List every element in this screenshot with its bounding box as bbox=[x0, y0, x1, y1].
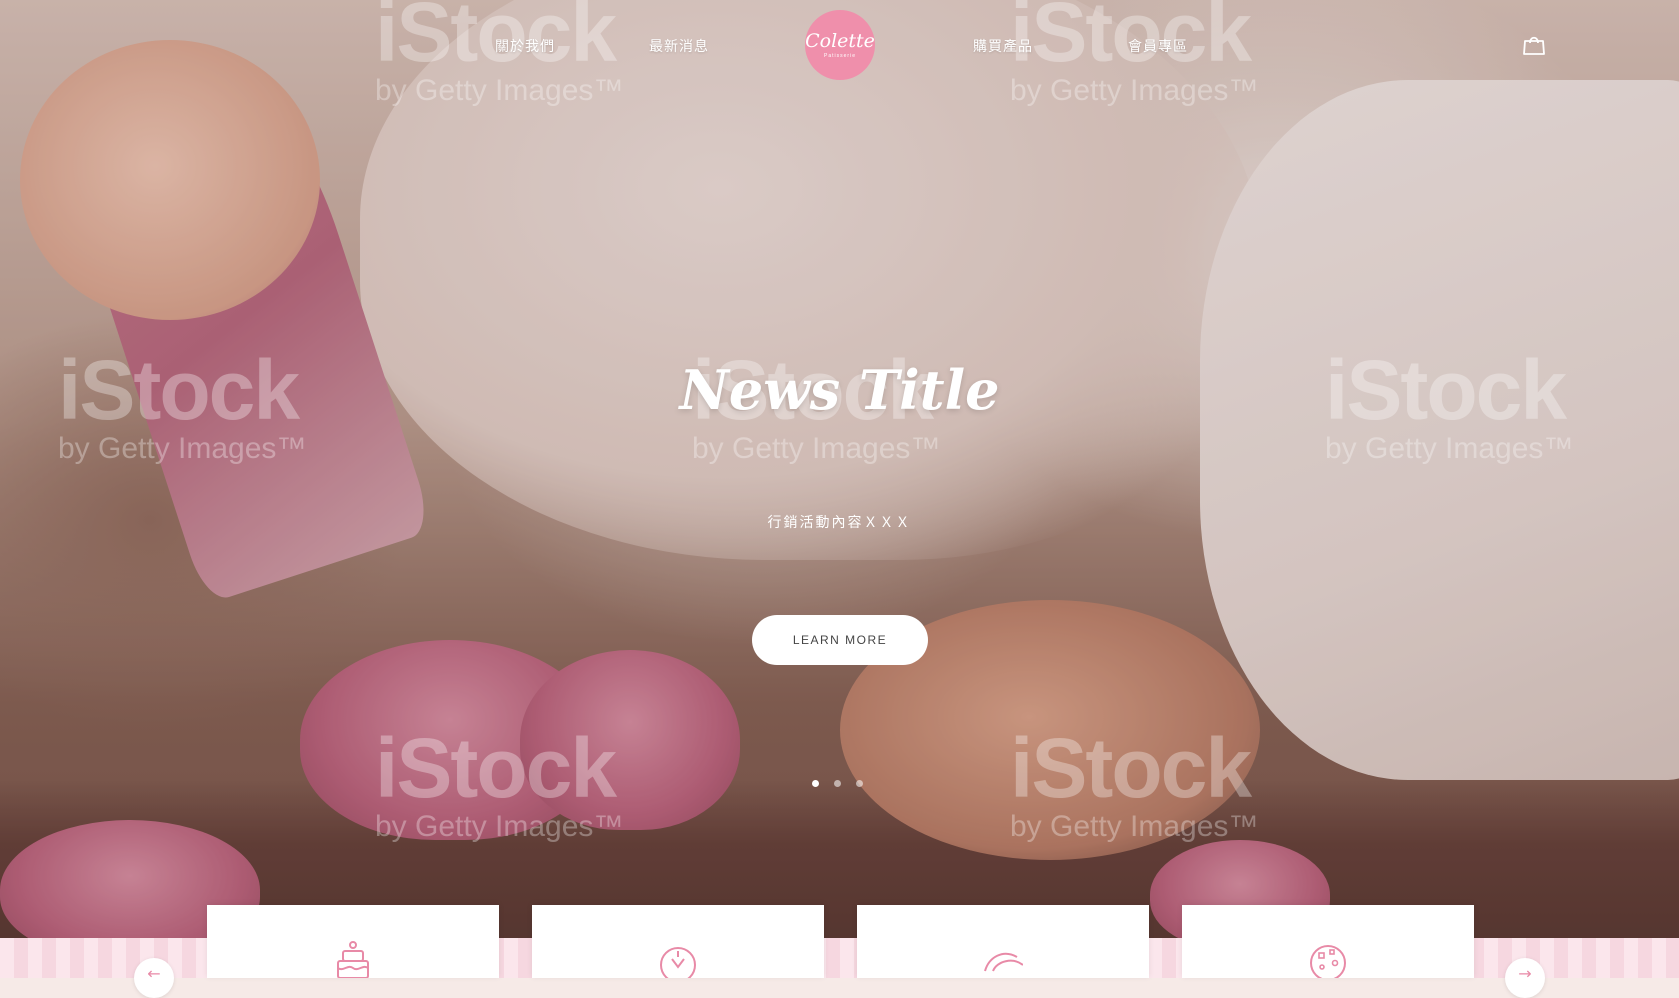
category-card-cookie[interactable] bbox=[1182, 905, 1474, 978]
nav-member[interactable]: 會員專區 bbox=[1128, 36, 1188, 56]
logo-tagline: Patisserie bbox=[824, 52, 856, 59]
watermark: iStock by Getty Images™ bbox=[375, 721, 624, 843]
cake-icon bbox=[337, 941, 369, 978]
hero-subtitle: 行銷活動內容ＸＸＸ bbox=[767, 515, 912, 531]
category-card-cake[interactable] bbox=[207, 905, 499, 978]
macaron-icon bbox=[984, 952, 1023, 972]
hero-overlay bbox=[0, 0, 1679, 938]
carousel-indicators bbox=[812, 780, 872, 790]
nav-shop[interactable]: 購買產品 bbox=[973, 36, 1033, 56]
brand-logo[interactable]: Colette Patisserie bbox=[805, 10, 875, 80]
carousel-dot-3[interactable] bbox=[856, 780, 863, 787]
learn-more-button[interactable]: LEARN MORE bbox=[752, 615, 928, 665]
next-arrow-button[interactable]: → bbox=[1505, 958, 1545, 998]
nav-news[interactable]: 最新消息 bbox=[649, 36, 709, 56]
prev-arrow-button[interactable]: ← bbox=[134, 958, 174, 998]
hero-title: News Title bbox=[679, 358, 1000, 422]
watermark: iStock by Getty Images™ bbox=[1010, 721, 1259, 843]
arrow-left-icon: ← bbox=[147, 964, 161, 983]
carousel-dot-2[interactable] bbox=[834, 780, 841, 787]
nav-about[interactable]: 關於我們 bbox=[495, 36, 555, 56]
tart-icon bbox=[660, 947, 696, 978]
cookie-icon bbox=[1310, 945, 1346, 978]
category-card-macaron[interactable] bbox=[857, 905, 1149, 978]
logo-wordmark: Colette bbox=[805, 29, 875, 52]
top-navigation: 關於我們 最新消息 Colette Patisserie 購買產品 會員專區 bbox=[0, 0, 1679, 90]
category-card-tart[interactable] bbox=[532, 905, 824, 978]
arrow-right-icon: → bbox=[1518, 964, 1532, 983]
carousel-dot-1[interactable] bbox=[812, 780, 819, 787]
shopping-bag-icon[interactable] bbox=[1522, 34, 1546, 56]
hero-background: iStock by Getty Images™ iStock by Getty Im… bbox=[0, 0, 1679, 938]
